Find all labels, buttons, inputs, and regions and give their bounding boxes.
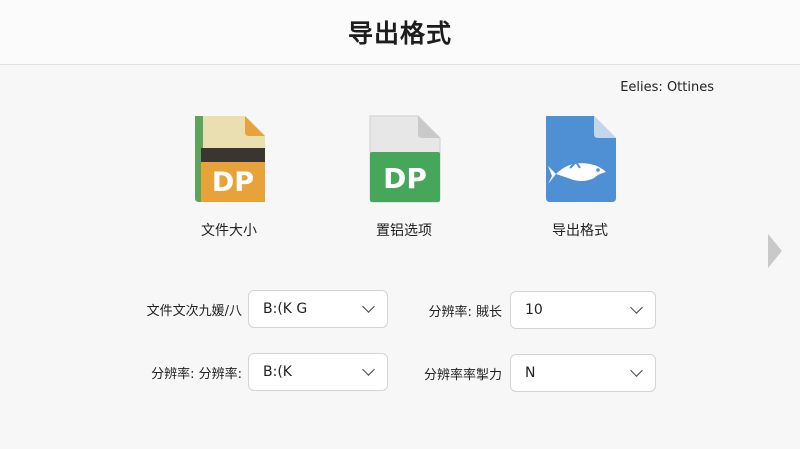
format-option-caption: 导出格式 [552, 223, 608, 239]
file-size-label: 文件文次九媛/八 [146, 303, 242, 319]
resolution-length-label: 分辨率: 賊长 [428, 304, 502, 320]
header-bar: 导出格式 [0, 0, 800, 65]
resolution-left-select[interactable]: B:(K [248, 353, 388, 391]
export-format-dialog: 导出格式 Eelies: Ottines DP 文件大小 DP 置铝选项 导出格… [0, 0, 800, 449]
format-option-export-format[interactable]: 导出格式 [520, 112, 640, 240]
chevron-down-icon [362, 363, 375, 376]
format-option-caption: 文件大小 [201, 223, 257, 239]
format-option-settings[interactable]: DP 置铝选项 [344, 112, 464, 240]
resolution-power-value: N [525, 365, 536, 381]
resolution-left-value: B:(K [263, 364, 292, 380]
format-option-caption: 置铝选项 [376, 223, 432, 239]
page-title: 导出格式 [347, 19, 452, 48]
next-arrow-button[interactable] [768, 234, 782, 268]
top-right-label: Eelies: Ottines [620, 80, 714, 95]
file-size-select[interactable]: B:(K G [248, 290, 388, 328]
svg-text:DP: DP [212, 167, 254, 198]
resolution-power-label: 分辨率率掣力 [423, 367, 502, 383]
form-row-file-size: 文件文次九媛/八 B:(K G [136, 290, 388, 328]
resolution-power-select[interactable]: N [510, 354, 656, 392]
svg-text:DP: DP [383, 162, 427, 195]
format-option-file-size[interactable]: DP 文件大小 [169, 112, 289, 240]
chevron-down-icon [630, 364, 643, 377]
chevron-down-icon [362, 300, 375, 313]
dp-file-orange-icon: DP [189, 112, 269, 204]
resolution-length-select[interactable]: 10 [510, 291, 656, 329]
chevron-down-icon [630, 301, 643, 314]
form-row-resolution-left: 分辨率: 分辨率: B:(K [140, 353, 388, 391]
form-row-resolution-power: 分辨率率掣力 N [416, 354, 656, 392]
resolution-length-value: 10 [525, 302, 543, 318]
form-row-resolution-length: 分辨率: 賊长 10 [416, 291, 656, 329]
dp-file-green-icon: DP [364, 112, 444, 204]
fish-file-blue-icon [540, 112, 620, 204]
file-size-value: B:(K G [263, 301, 308, 317]
resolution-left-label: 分辨率: 分辨率: [151, 366, 242, 382]
